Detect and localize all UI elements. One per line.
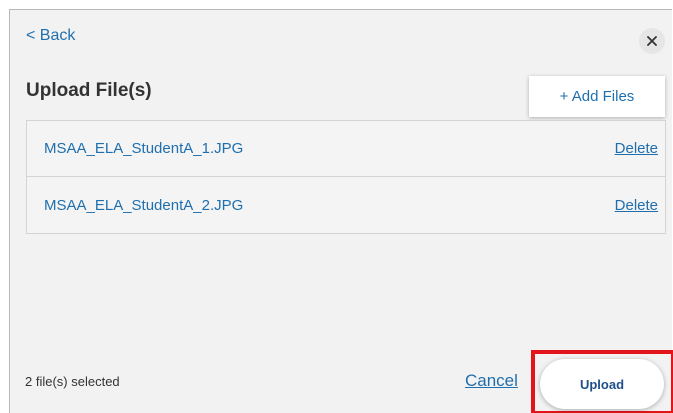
cancel-link[interactable]: Cancel	[465, 371, 518, 391]
file-row: MSAA_ELA_StudentA_2.JPG Delete	[27, 178, 665, 234]
file-name: MSAA_ELA_StudentA_1.JPG	[44, 140, 244, 157]
upload-dialog: < Back Upload File(s) + Add Files MSAA_E…	[9, 9, 673, 413]
delete-link[interactable]: Delete	[615, 197, 658, 214]
page-title: Upload File(s)	[26, 80, 152, 101]
file-row: MSAA_ELA_StudentA_1.JPG Delete	[27, 121, 665, 177]
back-link[interactable]: < Back	[26, 27, 75, 45]
close-button[interactable]	[639, 28, 665, 54]
selection-status: 2 file(s) selected	[25, 374, 120, 389]
close-icon	[647, 36, 657, 46]
delete-link[interactable]: Delete	[615, 140, 658, 157]
add-files-button[interactable]: + Add Files	[529, 76, 665, 117]
file-list: MSAA_ELA_StudentA_1.JPG Delete MSAA_ELA_…	[26, 120, 666, 234]
upload-button[interactable]: Upload	[540, 359, 664, 409]
file-name: MSAA_ELA_StudentA_2.JPG	[44, 197, 244, 214]
